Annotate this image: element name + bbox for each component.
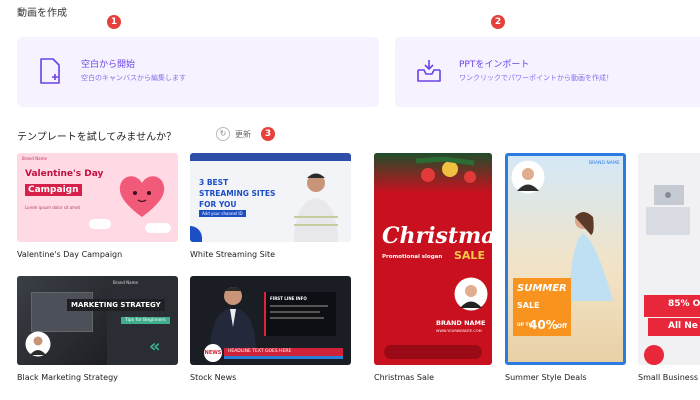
template-brand: Brand Name (113, 280, 138, 285)
template-caption: White Streaming Site (190, 250, 276, 259)
step-marker-2: 2 (491, 15, 505, 29)
import-ppt-subtitle: ワンクリックでパワーポイントから動画を作成！ (459, 74, 613, 82)
template-caption: Christmas Sale (374, 373, 435, 382)
template-headline: All Ne (668, 321, 698, 331)
double-chevron-icon: « (149, 336, 161, 357)
template-brand: BRAND NAME (589, 161, 620, 166)
christmas-ornaments-icon (415, 156, 476, 183)
template-white-streaming-site[interactable]: 3 BEST STREAMING SITES FOR YOU Add your … (190, 153, 351, 242)
template-headline: Valentine's Day (25, 169, 104, 179)
refresh-icon[interactable]: ↻ (216, 127, 230, 141)
step-marker-3: 3 (261, 127, 275, 141)
template-discount: 85% O (668, 299, 700, 309)
template-headline: SUMMER (517, 283, 567, 294)
import-ppt-card[interactable]: PPTをインポート ワンクリックでパワーポイントから動画を作成！ (395, 37, 700, 107)
template-caption: Stock News (190, 373, 237, 382)
template-headline: 3 BEST STREAMING SITES FOR YOU (199, 178, 276, 209)
template-caption: Black Marketing Strategy (17, 373, 118, 382)
template-subtext: Promotional slogan (382, 254, 443, 260)
register-photo (646, 185, 690, 235)
template-brand: Brand Name (22, 156, 47, 161)
template-summer-style-deals[interactable]: BRAND NAME SUMMER SALE UP TO 40% Off (505, 153, 626, 365)
anchor-photo (210, 287, 256, 350)
template-caption: Valentine's Day Campaign (17, 250, 123, 259)
template-caption: Summer Style Deals (505, 373, 587, 382)
template-headline: Christmas (382, 223, 492, 249)
template-headline-2: Campaign (25, 184, 82, 196)
template-discount: 40% (529, 318, 558, 332)
blank-file-plus-icon (40, 58, 60, 84)
template-subtext: Tips for Beginners (121, 317, 170, 324)
start-blank-subtitle: 空白のキャンバスから編集します (81, 74, 186, 82)
presenter-avatar (25, 331, 51, 357)
news-badge: NEWS (204, 344, 222, 362)
refresh-button[interactable]: 更新 (235, 129, 251, 140)
import-ppt-title: PPTをインポート (459, 60, 530, 70)
template-black-marketing-strategy[interactable]: Brand Name MARKETING STRATEGY Tips for B… (17, 276, 178, 365)
template-christmas-sale[interactable]: Christmas Promotional slogan SALE BRAND … (374, 153, 492, 365)
template-caption: Small Business (638, 373, 699, 382)
template-small-business[interactable]: 85% O All Ne (638, 153, 700, 365)
templates-section-title: テンプレートを試してみませんか？ (17, 132, 177, 143)
template-off: Off (557, 323, 567, 330)
template-headline: MARKETING STRATEGY (67, 299, 165, 311)
presenter-photo (294, 173, 338, 242)
import-tray-icon (417, 60, 441, 82)
model-avatar (511, 160, 545, 194)
start-blank-card[interactable]: 空白から開始 空白のキャンバスから編集します (17, 37, 379, 107)
template-headline: HEADLINE TEXT GOES HERE (224, 348, 343, 356)
template-sale: SALE (517, 301, 540, 310)
template-info: FIRST LINE INFO (270, 296, 307, 301)
template-brand: BRAND NAME (436, 319, 486, 327)
template-website: WWW.YOURWEBSITE.COM (436, 329, 482, 333)
page-title: 動画を作成 (17, 8, 67, 19)
template-subtext: Lorem ipsum dolor sit amet (25, 205, 81, 210)
step-marker-1: 1 (107, 15, 121, 29)
model-avatar (454, 277, 488, 311)
template-valentines-day-campaign[interactable]: Brand Name Valentine's Day Campaign Lore… (17, 153, 178, 242)
template-sale: SALE (454, 249, 485, 262)
heart-mascot-icon (119, 176, 165, 217)
template-cta: Add your channel ID (199, 210, 246, 217)
start-blank-title: 空白から開始 (81, 60, 136, 70)
template-stock-news[interactable]: FIRST LINE INFO NEWS HEADLINE TEXT GOES … (190, 276, 351, 365)
